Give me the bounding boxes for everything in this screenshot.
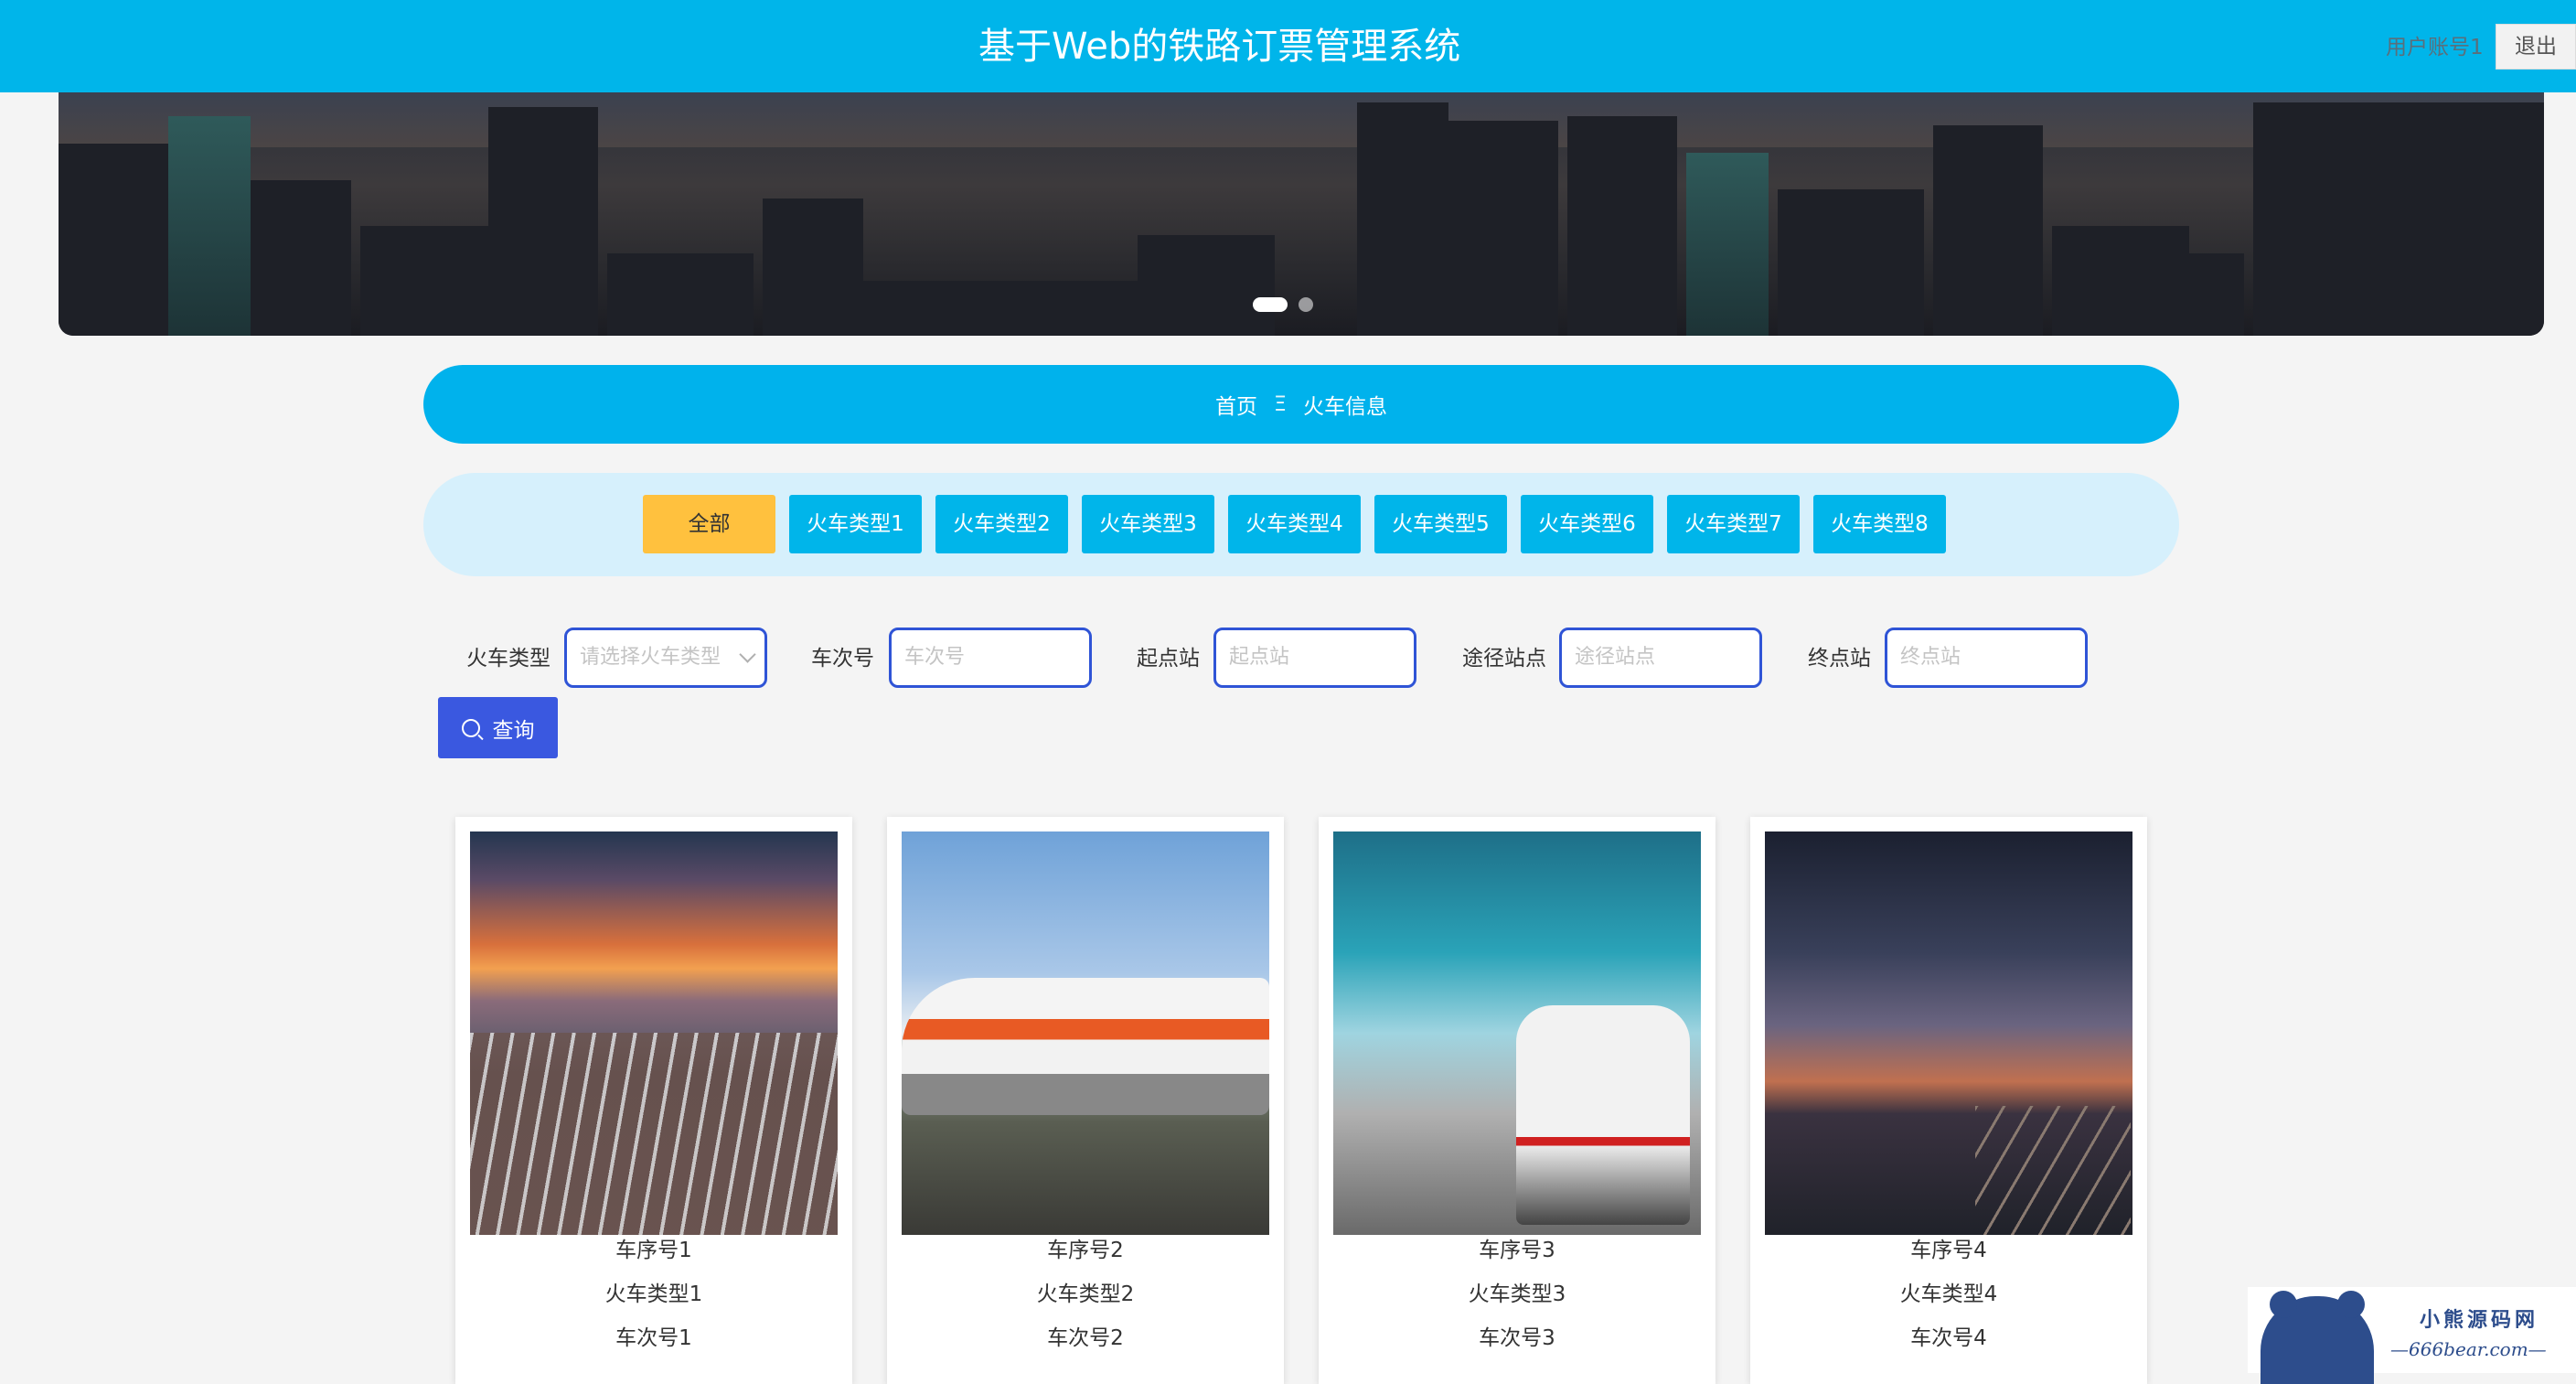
search-button[interactable]: 查询 (438, 697, 558, 758)
end-station-label: 终点站 (1808, 647, 1871, 671)
via-station-input[interactable]: 途径站点 (1559, 628, 1762, 688)
train-type-select[interactable]: 请选择火车类型 (564, 628, 767, 688)
search-button-label: 查询 (492, 718, 535, 743)
bear-logo-icon (2261, 1291, 2374, 1384)
carousel-dot-1[interactable] (1253, 297, 1288, 312)
app-title: 基于Web的铁路订票管理系统 (978, 26, 1461, 68)
card-type: 火车类型2 (1036, 1282, 1135, 1306)
train-card-1[interactable]: 车序号1 火车类型1 车次号1 (455, 817, 852, 1384)
via-station-label: 途径站点 (1462, 647, 1546, 671)
end-station-input[interactable]: 终点站 (1885, 628, 2088, 688)
card-type: 火车类型3 (1468, 1282, 1566, 1306)
category-tab-7[interactable]: 火车类型7 (1667, 495, 1800, 553)
logout-button[interactable]: 退出 (2496, 24, 2576, 70)
train-card-3[interactable]: 车序号3 火车类型3 车次号3 (1319, 817, 1716, 1384)
category-tab-all[interactable]: 全部 (643, 495, 775, 553)
train-image-1 (470, 831, 838, 1235)
card-type: 火车类型1 (604, 1282, 703, 1306)
start-station-input[interactable]: 起点站 (1213, 628, 1416, 688)
category-tab-4[interactable]: 火车类型4 (1228, 495, 1361, 553)
train-type-placeholder: 请选择火车类型 (580, 646, 721, 669)
category-tab-3[interactable]: 火车类型3 (1082, 495, 1214, 553)
card-seq: 车序号4 (1910, 1239, 1987, 1262)
train-card-2[interactable]: 车序号2 火车类型2 车次号2 (887, 817, 1284, 1384)
watermark-name: 小熊源码网 (2420, 1309, 2539, 1332)
watermark-url: —666bear.com— (2390, 1338, 2547, 1360)
card-seq: 车序号1 (615, 1239, 692, 1262)
card-number: 车次号1 (615, 1326, 692, 1350)
card-number: 车次号4 (1910, 1326, 1987, 1350)
breadcrumb-current: 火车信息 (1302, 395, 1387, 419)
search-icon (461, 718, 480, 737)
train-number-label: 车次号 (811, 647, 874, 671)
train-number-input[interactable]: 车次号 (889, 628, 1092, 688)
train-image-3 (1333, 831, 1701, 1235)
user-account-label[interactable]: 用户账号1 (2386, 33, 2484, 62)
card-type: 火车类型4 (1899, 1282, 1998, 1306)
chevron-down-icon (739, 646, 756, 663)
train-image-2 (902, 831, 1269, 1235)
card-seq: 车序号3 (1479, 1239, 1555, 1262)
category-tab-6[interactable]: 火车类型6 (1521, 495, 1653, 553)
category-tab-1[interactable]: 火车类型1 (789, 495, 922, 553)
carousel-dot-2[interactable] (1299, 297, 1313, 312)
category-tab-2[interactable]: 火车类型2 (935, 495, 1068, 553)
train-card-4[interactable]: 车序号4 火车类型4 车次号4 (1750, 817, 2147, 1384)
carousel-indicators[interactable] (1253, 297, 1313, 312)
start-station-label: 起点站 (1137, 647, 1200, 671)
category-tab-8[interactable]: 火车类型8 (1813, 495, 1946, 553)
train-image-4 (1765, 831, 2132, 1235)
card-number: 车次号3 (1479, 1326, 1555, 1350)
card-seq: 车序号2 (1047, 1239, 1124, 1262)
breadcrumb-separator: Ξ (1274, 392, 1287, 416)
top-navbar: 基于Web的铁路订票管理系统 用户账号1 退出 (0, 0, 2576, 92)
card-number: 车次号2 (1047, 1326, 1124, 1350)
breadcrumb: 首页 Ξ 火车信息 (423, 365, 2179, 444)
breadcrumb-home[interactable]: 首页 (1215, 389, 1257, 420)
train-type-label: 火车类型 (466, 647, 550, 671)
site-watermark: 小熊源码网 —666bear.com— (2248, 1287, 2576, 1384)
category-tab-5[interactable]: 火车类型5 (1374, 495, 1507, 553)
